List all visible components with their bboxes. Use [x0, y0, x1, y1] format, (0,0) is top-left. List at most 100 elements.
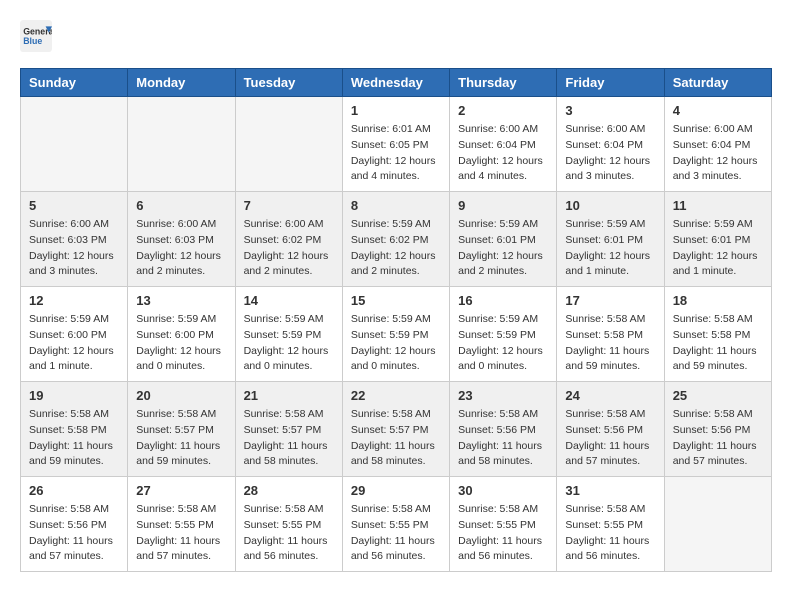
- calendar-cell: 19 Sunrise: 5:58 AM Sunset: 5:58 PM Dayli…: [21, 382, 128, 477]
- day-info: Sunrise: 5:59 AM Sunset: 5:59 PM Dayligh…: [458, 312, 548, 375]
- day-info: Sunrise: 5:58 AM Sunset: 5:57 PM Dayligh…: [351, 407, 441, 470]
- day-number: 23: [458, 388, 548, 403]
- day-number: 21: [244, 388, 334, 403]
- calendar-header-row: SundayMondayTuesdayWednesdayThursdayFrid…: [21, 69, 772, 97]
- calendar-week-row: 26 Sunrise: 5:58 AM Sunset: 5:56 PM Dayli…: [21, 477, 772, 572]
- calendar-cell: 13 Sunrise: 5:59 AM Sunset: 6:00 PM Dayli…: [128, 287, 235, 382]
- calendar-cell: 18 Sunrise: 5:58 AM Sunset: 5:58 PM Dayli…: [664, 287, 771, 382]
- day-info: Sunrise: 5:58 AM Sunset: 5:56 PM Dayligh…: [565, 407, 655, 470]
- day-number: 14: [244, 293, 334, 308]
- column-header-thursday: Thursday: [450, 69, 557, 97]
- column-header-sunday: Sunday: [21, 69, 128, 97]
- calendar-cell: 21 Sunrise: 5:58 AM Sunset: 5:57 PM Dayli…: [235, 382, 342, 477]
- calendar-cell: 1Sunrise: 6:01 AM Sunset: 6:05 PM Daylig…: [342, 97, 449, 192]
- day-number: 17: [565, 293, 655, 308]
- day-number: 13: [136, 293, 226, 308]
- day-info: Sunrise: 6:00 AM Sunset: 6:02 PM Dayligh…: [244, 217, 334, 280]
- day-info: Sunrise: 5:58 AM Sunset: 5:58 PM Dayligh…: [29, 407, 119, 470]
- day-info: Sunrise: 5:58 AM Sunset: 5:57 PM Dayligh…: [244, 407, 334, 470]
- day-number: 4: [673, 103, 763, 118]
- day-number: 10: [565, 198, 655, 213]
- day-info: Sunrise: 5:58 AM Sunset: 5:55 PM Dayligh…: [136, 502, 226, 565]
- day-number: 1: [351, 103, 441, 118]
- calendar-cell: 9Sunrise: 5:59 AM Sunset: 6:01 PM Daylig…: [450, 192, 557, 287]
- day-info: Sunrise: 5:59 AM Sunset: 6:00 PM Dayligh…: [29, 312, 119, 375]
- calendar-cell: 16 Sunrise: 5:59 AM Sunset: 5:59 PM Dayli…: [450, 287, 557, 382]
- day-number: 31: [565, 483, 655, 498]
- calendar-cell: 8 Sunrise: 5:59 AM Sunset: 6:02 PM Daylig…: [342, 192, 449, 287]
- column-header-friday: Friday: [557, 69, 664, 97]
- calendar-cell: 31 Sunrise: 5:58 AM Sunset: 5:55 PM Dayli…: [557, 477, 664, 572]
- day-info: Sunrise: 6:00 AM Sunset: 6:03 PM Dayligh…: [29, 217, 119, 280]
- day-info: Sunrise: 6:00 AM Sunset: 6:04 PM Dayligh…: [458, 122, 548, 185]
- day-number: 28: [244, 483, 334, 498]
- calendar-cell: 20 Sunrise: 5:58 AM Sunset: 5:57 PM Dayli…: [128, 382, 235, 477]
- calendar-cell: [235, 97, 342, 192]
- calendar-cell: 11 Sunrise: 5:59 AM Sunset: 6:01 PM Dayli…: [664, 192, 771, 287]
- day-info: Sunrise: 5:58 AM Sunset: 5:56 PM Dayligh…: [458, 407, 548, 470]
- logo-icon: General Blue: [20, 20, 52, 52]
- calendar-cell: 12 Sunrise: 5:59 AM Sunset: 6:00 PM Dayli…: [21, 287, 128, 382]
- calendar-cell: 24 Sunrise: 5:58 AM Sunset: 5:56 PM Dayli…: [557, 382, 664, 477]
- day-info: Sunrise: 5:58 AM Sunset: 5:58 PM Dayligh…: [673, 312, 763, 375]
- calendar-week-row: 5 Sunrise: 6:00 AM Sunset: 6:03 PM Daylig…: [21, 192, 772, 287]
- calendar-cell: 28 Sunrise: 5:58 AM Sunset: 5:55 PM Dayli…: [235, 477, 342, 572]
- calendar-cell: 5 Sunrise: 6:00 AM Sunset: 6:03 PM Daylig…: [21, 192, 128, 287]
- calendar-week-row: 12 Sunrise: 5:59 AM Sunset: 6:00 PM Dayli…: [21, 287, 772, 382]
- day-number: 27: [136, 483, 226, 498]
- day-info: Sunrise: 5:58 AM Sunset: 5:56 PM Dayligh…: [29, 502, 119, 565]
- day-number: 24: [565, 388, 655, 403]
- day-number: 5: [29, 198, 119, 213]
- day-number: 16: [458, 293, 548, 308]
- column-header-wednesday: Wednesday: [342, 69, 449, 97]
- calendar-cell: 14 Sunrise: 5:59 AM Sunset: 5:59 PM Dayli…: [235, 287, 342, 382]
- calendar-cell: [21, 97, 128, 192]
- day-number: 7: [244, 198, 334, 213]
- calendar-cell: 2 Sunrise: 6:00 AM Sunset: 6:04 PM Daylig…: [450, 97, 557, 192]
- day-number: 19: [29, 388, 119, 403]
- calendar-week-row: 19 Sunrise: 5:58 AM Sunset: 5:58 PM Dayli…: [21, 382, 772, 477]
- day-number: 22: [351, 388, 441, 403]
- day-number: 8: [351, 198, 441, 213]
- calendar-cell: 6Sunrise: 6:00 AM Sunset: 6:03 PM Daylig…: [128, 192, 235, 287]
- day-info: Sunrise: 5:59 AM Sunset: 5:59 PM Dayligh…: [244, 312, 334, 375]
- day-number: 18: [673, 293, 763, 308]
- calendar-cell: 25 Sunrise: 5:58 AM Sunset: 5:56 PM Dayli…: [664, 382, 771, 477]
- day-number: 15: [351, 293, 441, 308]
- day-number: 25: [673, 388, 763, 403]
- day-number: 3: [565, 103, 655, 118]
- day-info: Sunrise: 5:59 AM Sunset: 6:01 PM Dayligh…: [565, 217, 655, 280]
- calendar-cell: 10 Sunrise: 5:59 AM Sunset: 6:01 PM Dayli…: [557, 192, 664, 287]
- day-number: 2: [458, 103, 548, 118]
- svg-text:Blue: Blue: [23, 36, 42, 46]
- day-info: Sunrise: 5:59 AM Sunset: 6:00 PM Dayligh…: [136, 312, 226, 375]
- calendar-cell: 30Sunrise: 5:58 AM Sunset: 5:55 PM Dayli…: [450, 477, 557, 572]
- calendar-cell: 22 Sunrise: 5:58 AM Sunset: 5:57 PM Dayli…: [342, 382, 449, 477]
- day-number: 20: [136, 388, 226, 403]
- day-info: Sunrise: 5:59 AM Sunset: 6:01 PM Dayligh…: [458, 217, 548, 280]
- calendar-cell: 29Sunrise: 5:58 AM Sunset: 5:55 PM Dayli…: [342, 477, 449, 572]
- day-number: 12: [29, 293, 119, 308]
- day-info: Sunrise: 5:58 AM Sunset: 5:58 PM Dayligh…: [565, 312, 655, 375]
- day-info: Sunrise: 5:59 AM Sunset: 6:02 PM Dayligh…: [351, 217, 441, 280]
- column-header-monday: Monday: [128, 69, 235, 97]
- day-info: Sunrise: 5:59 AM Sunset: 6:01 PM Dayligh…: [673, 217, 763, 280]
- day-info: Sunrise: 5:58 AM Sunset: 5:57 PM Dayligh…: [136, 407, 226, 470]
- day-info: Sunrise: 5:58 AM Sunset: 5:55 PM Dayligh…: [244, 502, 334, 565]
- calendar-week-row: 1Sunrise: 6:01 AM Sunset: 6:05 PM Daylig…: [21, 97, 772, 192]
- calendar-cell: 26 Sunrise: 5:58 AM Sunset: 5:56 PM Dayli…: [21, 477, 128, 572]
- calendar-cell: 7 Sunrise: 6:00 AM Sunset: 6:02 PM Daylig…: [235, 192, 342, 287]
- day-number: 11: [673, 198, 763, 213]
- day-number: 29: [351, 483, 441, 498]
- column-header-tuesday: Tuesday: [235, 69, 342, 97]
- calendar-cell: 17 Sunrise: 5:58 AM Sunset: 5:58 PM Dayli…: [557, 287, 664, 382]
- column-header-saturday: Saturday: [664, 69, 771, 97]
- day-info: Sunrise: 5:58 AM Sunset: 5:55 PM Dayligh…: [458, 502, 548, 565]
- day-info: Sunrise: 6:00 AM Sunset: 6:03 PM Dayligh…: [136, 217, 226, 280]
- logo: General Blue: [20, 20, 56, 52]
- calendar-cell: 3Sunrise: 6:00 AM Sunset: 6:04 PM Daylig…: [557, 97, 664, 192]
- day-info: Sunrise: 6:00 AM Sunset: 6:04 PM Dayligh…: [673, 122, 763, 185]
- day-info: Sunrise: 5:58 AM Sunset: 5:56 PM Dayligh…: [673, 407, 763, 470]
- day-info: Sunrise: 5:58 AM Sunset: 5:55 PM Dayligh…: [565, 502, 655, 565]
- day-number: 26: [29, 483, 119, 498]
